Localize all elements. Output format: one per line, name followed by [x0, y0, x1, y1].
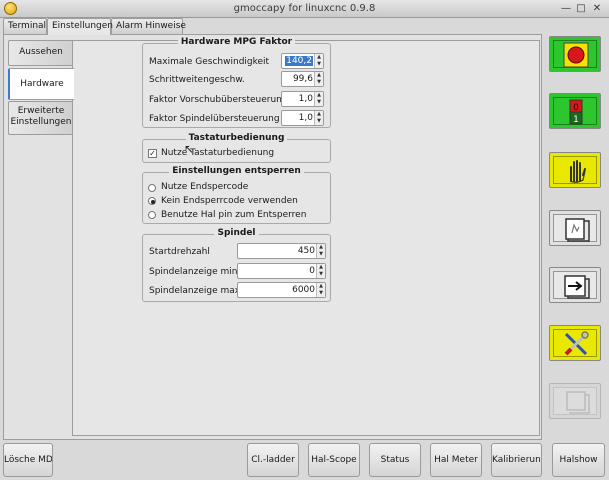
tools-icon [564, 331, 589, 356]
mpg-group-title: Hardware MPG Faktor [177, 37, 296, 47]
machine-power-button[interactable]: 0 1 [549, 93, 601, 129]
spindle-min-spinner[interactable]: 0 ▲ ▼ [237, 263, 326, 279]
power-switch-icon: 0 1 [569, 99, 583, 125]
step-speed-label: Schrittweitengeschw. [149, 75, 245, 85]
spindle-group-title: Spindel [214, 228, 259, 238]
spin-arrows-icon[interactable]: ▲ ▼ [316, 244, 325, 258]
keyboard-checkbox[interactable]: ✓ [148, 149, 157, 158]
spin-arrows-icon[interactable]: ▲ ▼ [314, 111, 323, 125]
tab-einstellungen[interactable]: Einstellungen [47, 18, 113, 35]
clear-mdi-button[interactable]: Lösche MDI [3, 443, 53, 477]
unlock-option-label[interactable]: Kein Endsperrcode verwenden [161, 196, 298, 206]
spindle-max-spinner[interactable]: 6000 ▲ ▼ [237, 282, 326, 298]
feed-override-value: 1,0 [298, 94, 313, 104]
unlock-option-label[interactable]: Benutze Hal pin zum Entsperren [161, 210, 306, 220]
disabled-button [549, 383, 601, 419]
keyboard-checkbox-label[interactable]: Nutze Tastaturbedienung [161, 148, 274, 158]
spin-arrows-icon[interactable]: ▲ ▼ [316, 264, 325, 278]
unlock-group-title: Einstellungen entsperren [169, 166, 304, 176]
halshow-button[interactable]: Halshow [552, 443, 605, 477]
tab-terminal[interactable]: Terminal [3, 18, 47, 34]
start-speed-label: Startdrehzahl [149, 247, 210, 257]
title-bar: gmoccapy for linuxcnc 0.9.8 — □ ✕ [0, 0, 609, 18]
svg-text:0: 0 [573, 103, 579, 113]
manual-mode-button[interactable] [549, 152, 601, 188]
vtab-aussehen[interactable]: Aussehen [8, 40, 73, 66]
calibration-button[interactable]: Kalibrierung [491, 443, 542, 477]
spin-arrows-icon[interactable]: ▲ ▼ [314, 54, 323, 68]
unlock-option-halpin[interactable] [148, 211, 156, 219]
hal-scope-button[interactable]: Hal-Scope [308, 443, 360, 477]
settings-mode-button[interactable] [549, 325, 601, 361]
spin-arrows-icon[interactable]: ▲ ▼ [316, 283, 325, 297]
maximize-icon[interactable]: □ [575, 3, 587, 15]
svg-text:1: 1 [573, 115, 579, 125]
spindle-override-spinner[interactable]: 1,0 ▲ ▼ [281, 110, 324, 126]
vtab-hardware[interactable]: Hardware [8, 68, 74, 100]
status-button[interactable]: Status [369, 443, 421, 477]
step-speed-value: 99,6 [292, 74, 313, 84]
disabled-icon [566, 391, 590, 414]
max-speed-spinner[interactable]: 140,2 ▲ ▼ [281, 53, 324, 69]
spindle-max-value: 6000 [292, 285, 315, 295]
spindle-min-label: Spindelanzeige min. [149, 267, 241, 277]
spindle-group: Spindel Startdrehzahl 450 ▲ ▼ Spindelanze… [142, 228, 331, 302]
mpg-factor-group: Hardware MPG Faktor Maximale Geschwindig… [142, 37, 331, 128]
feed-override-label: Faktor Vorschubübersteuerung [149, 95, 288, 105]
mouse-cursor-icon: ↖ [184, 142, 195, 156]
start-speed-spinner[interactable]: 450 ▲ ▼ [237, 243, 326, 259]
spindle-override-label: Faktor Spindelübersteuerung [149, 114, 280, 124]
max-speed-label: Maximale Geschwindigkeit [149, 57, 270, 67]
classic-ladder-button[interactable]: Cl.-ladder [247, 443, 299, 477]
spin-arrows-icon[interactable]: ▲ ▼ [314, 92, 323, 106]
tab-alarm-hinweise[interactable]: Alarm Hinweise [111, 18, 186, 34]
estop-button[interactable] [549, 36, 601, 72]
keyboard-group: Tastaturbedienung ✓ Nutze Tastaturbedien… [142, 133, 331, 163]
unlock-option-none[interactable] [148, 197, 156, 205]
arrow-right-icon [564, 275, 590, 299]
max-speed-value: 140,2 [285, 56, 313, 66]
keyboard-group-title: Tastaturbedienung [185, 133, 288, 143]
window-title: gmoccapy for linuxcnc 0.9.8 [233, 3, 376, 14]
step-speed-spinner[interactable]: 99,6 ▲ ▼ [281, 71, 324, 87]
vtab-erweiterte-einstellungen[interactable]: Erweiterte Einstellungen [8, 101, 73, 135]
unlock-group: Einstellungen entsperren Nutze Endsperco… [142, 166, 331, 224]
close-icon[interactable]: ✕ [591, 3, 603, 15]
spindle-min-value: 0 [309, 266, 315, 276]
spindle-override-value: 1,0 [298, 113, 313, 123]
feed-override-spinner[interactable]: 1,0 ▲ ▼ [281, 91, 324, 107]
hal-meter-button[interactable]: Hal Meter [430, 443, 482, 477]
minimize-icon[interactable]: — [560, 3, 572, 15]
spindle-max-label: Spindelanzeige max. [149, 286, 243, 296]
mdi-icon [565, 218, 590, 242]
start-speed-value: 450 [297, 246, 315, 256]
emergency-stop-icon [563, 42, 589, 68]
unlock-option-endspercode[interactable] [148, 184, 156, 192]
mdi-mode-button[interactable] [549, 210, 601, 246]
hand-icon [569, 160, 586, 183]
unlock-option-label[interactable]: Nutze Endspercode [161, 182, 248, 192]
spin-arrows-icon[interactable]: ▲ ▼ [314, 72, 323, 86]
auto-mode-button[interactable] [549, 267, 601, 303]
